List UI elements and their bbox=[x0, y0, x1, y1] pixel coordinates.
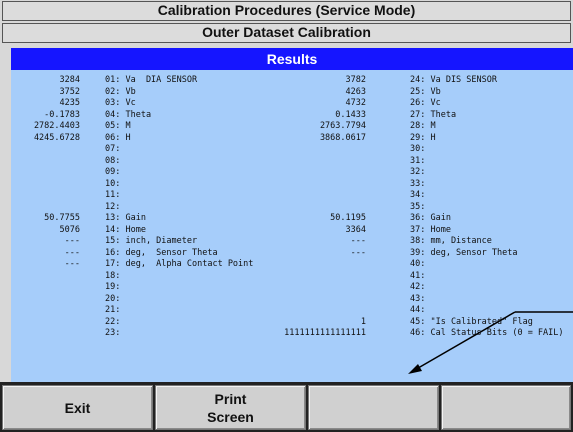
print-button-label-line1: Print bbox=[214, 390, 247, 407]
window-title: Calibration Procedures (Service Mode) bbox=[2, 1, 571, 21]
print-button-label-line2: Screen bbox=[207, 408, 254, 425]
right-row-value: 1111111111111111 bbox=[284, 328, 366, 338]
print-screen-button[interactable]: Print Screen bbox=[155, 385, 306, 430]
page-subtitle: Outer Dataset Calibration bbox=[2, 23, 571, 43]
exit-button-label: Exit bbox=[64, 399, 91, 416]
right-row-label: 46: Cal Status Bits (0 = FAIL) bbox=[410, 328, 564, 338]
results-panel: 3284 01: Va DIA SENSOR 3752 02: Vb 4235 03: V… bbox=[11, 70, 573, 382]
right-row-label: 39: deg, Sensor Theta bbox=[410, 247, 518, 258]
blank-button-1[interactable] bbox=[308, 385, 439, 430]
results-header: Results bbox=[11, 48, 573, 70]
blank-button-2[interactable] bbox=[441, 385, 571, 430]
exit-button[interactable]: Exit bbox=[2, 385, 153, 430]
